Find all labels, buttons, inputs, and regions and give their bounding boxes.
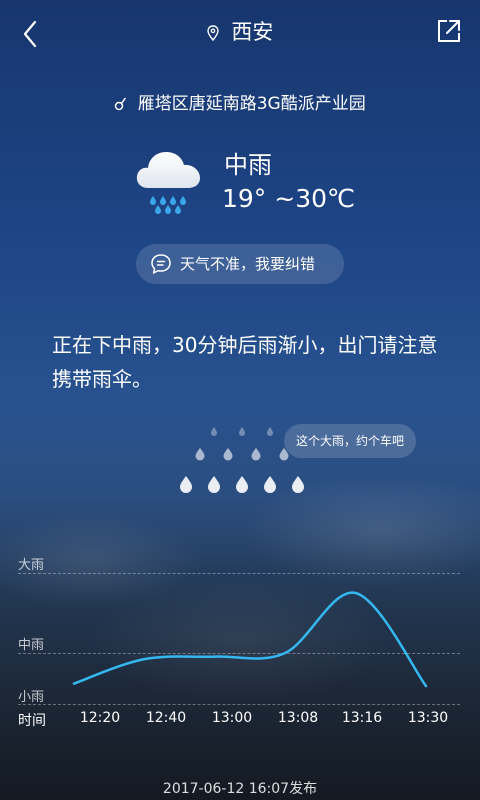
address-text: 雁塔区唐延南路3G酷派产业园: [137, 94, 366, 114]
x-axis: 时间 12:20 12:40 13:00 13:08 13:16 13:30: [0, 710, 480, 734]
x-tick-label: 13:08: [277, 710, 319, 726]
feedback-button[interactable]: 天气不准，我要纠错: [136, 244, 344, 284]
x-tick-label: 13:30: [407, 710, 449, 726]
forecast-summary: 正在下中雨，30分钟后雨渐小，出门请注意携带雨伞。: [52, 333, 438, 391]
precipitation-series-line: [72, 591, 428, 688]
top-bar: 西安: [0, 0, 480, 64]
location-pin-icon: [206, 25, 219, 41]
city-name: 西安: [231, 20, 274, 44]
x-axis-title: 时间: [18, 713, 46, 729]
taxi-tip-bubble[interactable]: 这个大雨，约个车吧: [284, 424, 417, 458]
x-tick-label: 13:00: [211, 710, 253, 726]
x-tick-label: 12:20: [79, 710, 121, 726]
share-external-icon: [438, 20, 460, 42]
x-tick-label: 13:16: [341, 710, 383, 726]
precipitation-chart: [72, 591, 428, 688]
feedback-label: 天气不准，我要纠错: [180, 255, 316, 273]
x-tick-label: 12:40: [145, 710, 187, 726]
navigation-arrow-icon: [115, 97, 127, 111]
publish-time: 2017-06-12 16:07发布: [162, 781, 318, 797]
weather-condition: 中雨: [224, 151, 272, 179]
share-button[interactable]: [436, 18, 462, 44]
cloud-rain-icon: [136, 152, 200, 214]
temperature-range: 19° ~30℃: [222, 184, 356, 213]
page-title[interactable]: 西安: [0, 18, 480, 46]
location-address[interactable]: 雁塔区唐延南路3G酷派产业园: [0, 92, 480, 116]
chat-bubble-icon: [151, 254, 171, 274]
